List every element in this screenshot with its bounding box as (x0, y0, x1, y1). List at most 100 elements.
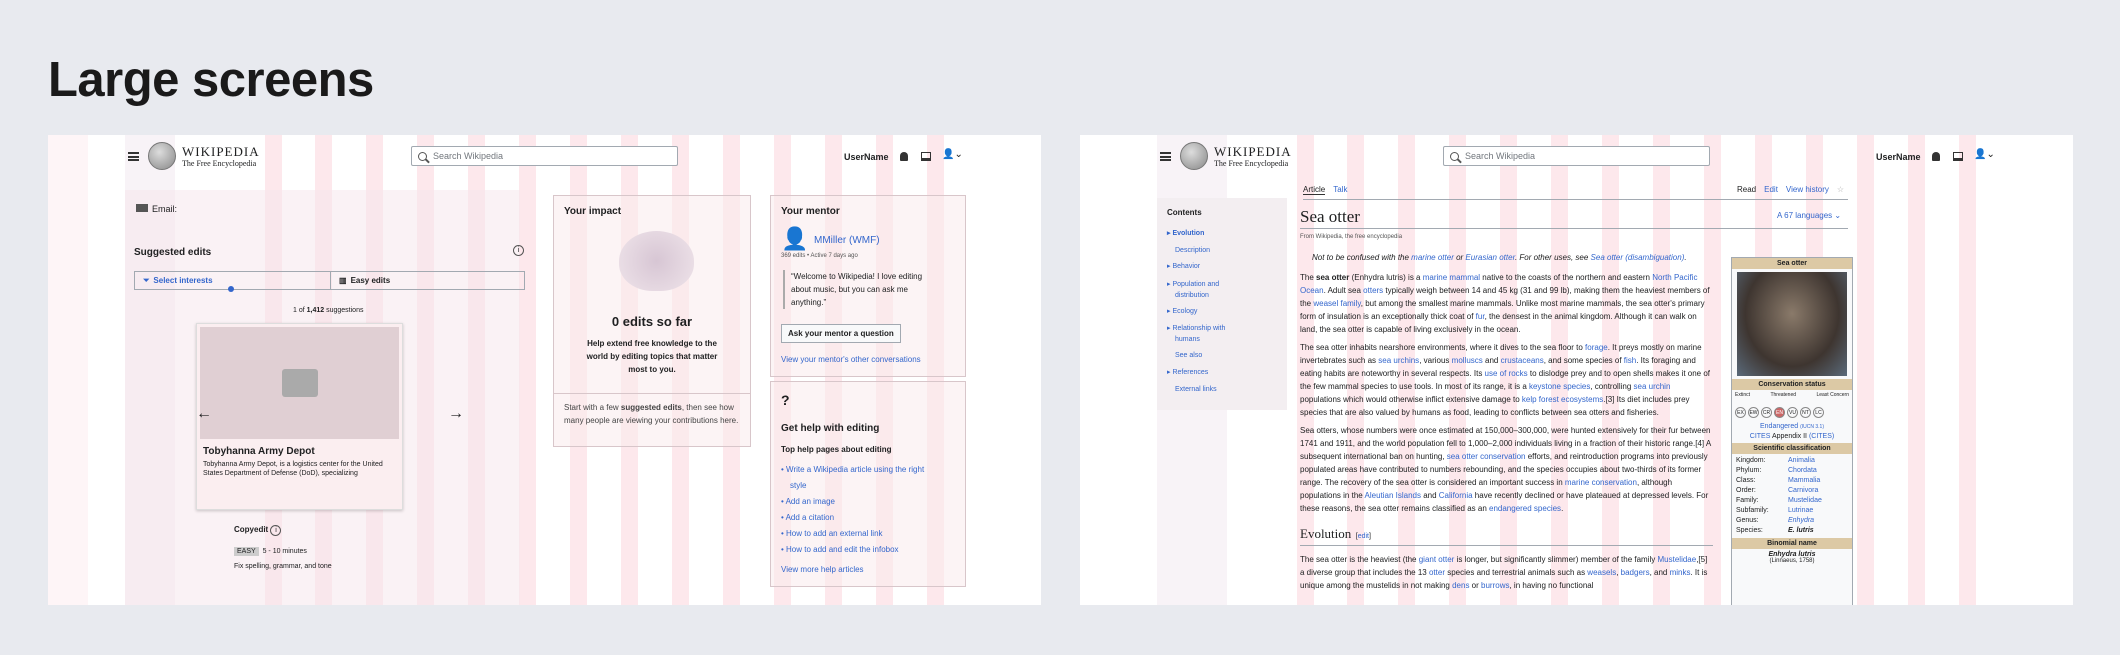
section-edit-link[interactable]: edit (1358, 533, 1369, 540)
taxonomy-value[interactable]: Carnivora (1788, 486, 1818, 496)
toc-item[interactable]: ▸ Relationship with humans (1167, 323, 1225, 345)
taxonomy-value[interactable]: Chordata (1788, 466, 1817, 476)
menu-icon[interactable] (128, 152, 139, 161)
globe-icon (148, 142, 176, 170)
article-link[interactable]: giant otter (1419, 555, 1455, 564)
username[interactable]: UserName (844, 152, 889, 162)
bell-icon[interactable] (1932, 152, 1940, 161)
next-arrow-icon[interactable]: → (448, 405, 464, 423)
article-link[interactable]: otters (1363, 286, 1383, 295)
cites-ref[interactable]: (CITES) (1809, 433, 1834, 440)
taxonomy-value[interactable]: Lutrinae (1788, 506, 1813, 516)
toc-item[interactable]: ▸ Evolution (1167, 226, 1225, 243)
help-link-label: How to add an external link (786, 529, 883, 538)
tab-edit[interactable]: Edit (1764, 185, 1778, 194)
article-text: , and (1649, 568, 1670, 577)
taxonomy-value[interactable]: Enhydra (1788, 516, 1814, 526)
info-icon[interactable]: i (270, 525, 282, 536)
toc-item[interactable]: ▸ Population and distribution (1167, 279, 1225, 301)
article-link[interactable]: burrows (1481, 581, 1509, 590)
article-link[interactable]: marine conservation (1565, 478, 1637, 487)
tray-icon[interactable] (921, 152, 931, 161)
article-link[interactable]: California (1439, 491, 1473, 500)
toc-item[interactable]: ▸ Behavior (1167, 259, 1225, 276)
article-link[interactable]: forage (1585, 343, 1608, 352)
user-menu-icon[interactable]: 👤⌄ (1974, 149, 1995, 160)
article-link[interactable]: sea otter conservation (1447, 452, 1526, 461)
search-input[interactable]: Search Wikipedia (411, 146, 678, 166)
article-link[interactable]: Aleutian Islands (1365, 491, 1421, 500)
username[interactable]: UserName (1876, 152, 1921, 162)
article-link[interactable]: dens (1452, 581, 1469, 590)
info-icon[interactable]: i (513, 245, 524, 256)
more-help-link[interactable]: View more help articles (781, 565, 864, 574)
article-text: , and some species of (1543, 356, 1624, 365)
status-ref[interactable]: (IUCN 3.1) (1800, 424, 1824, 430)
help-link[interactable]: • Add a citation (781, 510, 924, 526)
language-button[interactable]: ￻A 67 languages ⌄ (1777, 211, 1841, 220)
impact-title: Your impact (564, 206, 622, 217)
taxonomy-value[interactable]: Animalia (1788, 456, 1815, 466)
tab-select-interests-label: Select interests (153, 276, 213, 285)
toc-item[interactable]: Description (1167, 243, 1225, 260)
email-label: Email: (152, 204, 178, 214)
status-link[interactable]: Endangered (1760, 423, 1798, 430)
article-link[interactable]: keystone species (1529, 382, 1590, 391)
article-link[interactable]: molluscs (1452, 356, 1483, 365)
tab-article[interactable]: Article (1303, 185, 1326, 195)
hatnote-link[interactable]: Sea otter (disambiguation) (1591, 253, 1685, 262)
article-link[interactable]: Mustelidae (1658, 555, 1697, 564)
article-link[interactable]: endangered species (1489, 504, 1561, 513)
prev-arrow-icon[interactable]: ← (196, 405, 212, 423)
tray-icon[interactable] (1953, 152, 1963, 161)
toc-item[interactable]: ▸ References (1167, 365, 1225, 382)
user-menu-icon[interactable]: 👤⌄ (942, 149, 963, 160)
wordmark: Wikipedia (182, 144, 260, 159)
article-link[interactable]: sea urchin (1634, 382, 1671, 391)
taxonomy-value[interactable]: Mammalia (1788, 476, 1820, 486)
taxonomy-value[interactable]: Mustelidae (1788, 496, 1822, 506)
tab-history[interactable]: View history (1786, 185, 1829, 194)
article-link[interactable]: crustaceans (1501, 356, 1544, 365)
toc-item[interactable]: See also (1167, 348, 1225, 365)
article-link[interactable]: sea urchins (1378, 356, 1419, 365)
help-link[interactable]: • Write a Wikipedia article using the ri… (781, 462, 924, 478)
article-link[interactable]: weasels (1587, 568, 1616, 577)
article-link[interactable]: minks (1670, 568, 1691, 577)
help-link[interactable]: • Add an image (781, 494, 924, 510)
article-link[interactable]: fur (1476, 312, 1485, 321)
wikipedia-logo[interactable]: Wikipedia The Free Encyclopedia (1180, 142, 1292, 170)
article-link[interactable]: badgers (1621, 568, 1650, 577)
help-link-cont[interactable]: style (781, 478, 924, 494)
article-link[interactable]: use of rocks (1485, 369, 1528, 378)
article-link[interactable]: marine mammal (1423, 273, 1480, 282)
article-link[interactable]: fish (1624, 356, 1636, 365)
suggestion-card[interactable]: Tobyhanna Army Depot Tobyhanna Army Depo… (196, 323, 403, 510)
tab-talk[interactable]: Talk (1333, 185, 1347, 195)
toc-item[interactable]: ▸ Ecology (1167, 304, 1225, 321)
mentor-name[interactable]: MMiller (WMF) (814, 235, 880, 246)
help-link[interactable]: • How to add and edit the infobox (781, 542, 924, 558)
menu-icon[interactable] (1160, 152, 1171, 161)
hatnote-link[interactable]: Eurasian otter (1465, 253, 1515, 262)
page-tabs: Article Talk (1303, 185, 1347, 195)
tab-easy-edits[interactable]: ▥ Easy edits (331, 272, 524, 289)
tab-read[interactable]: Read (1737, 185, 1756, 194)
status-code: VU (1787, 407, 1798, 418)
help-link-label: Add a citation (785, 513, 835, 522)
search-input[interactable]: Search Wikipedia (1443, 146, 1710, 166)
star-icon[interactable]: ☆ (1837, 185, 1844, 194)
article-link[interactable]: otter (1429, 568, 1445, 577)
bell-icon[interactable] (900, 152, 908, 161)
ask-mentor-button[interactable]: Ask your mentor a question (781, 324, 901, 343)
article-link[interactable]: weasel family (1313, 299, 1360, 308)
help-link[interactable]: • How to add an external link (781, 526, 924, 542)
cites-link[interactable]: CITES (1750, 433, 1771, 440)
article-link[interactable]: kelp forest ecosystems (1522, 395, 1603, 404)
hatnote-link[interactable]: marine otter (1411, 253, 1454, 262)
status-code: NT (1800, 407, 1811, 418)
mentor-conversations-link[interactable]: View your mentor's other conversations (781, 355, 921, 364)
wikipedia-logo[interactable]: Wikipedia The Free Encyclopedia (148, 142, 260, 170)
toc-item[interactable]: External links (1167, 382, 1225, 399)
infobox: Sea otter Conservation status Extinct Thr… (1731, 257, 1853, 605)
